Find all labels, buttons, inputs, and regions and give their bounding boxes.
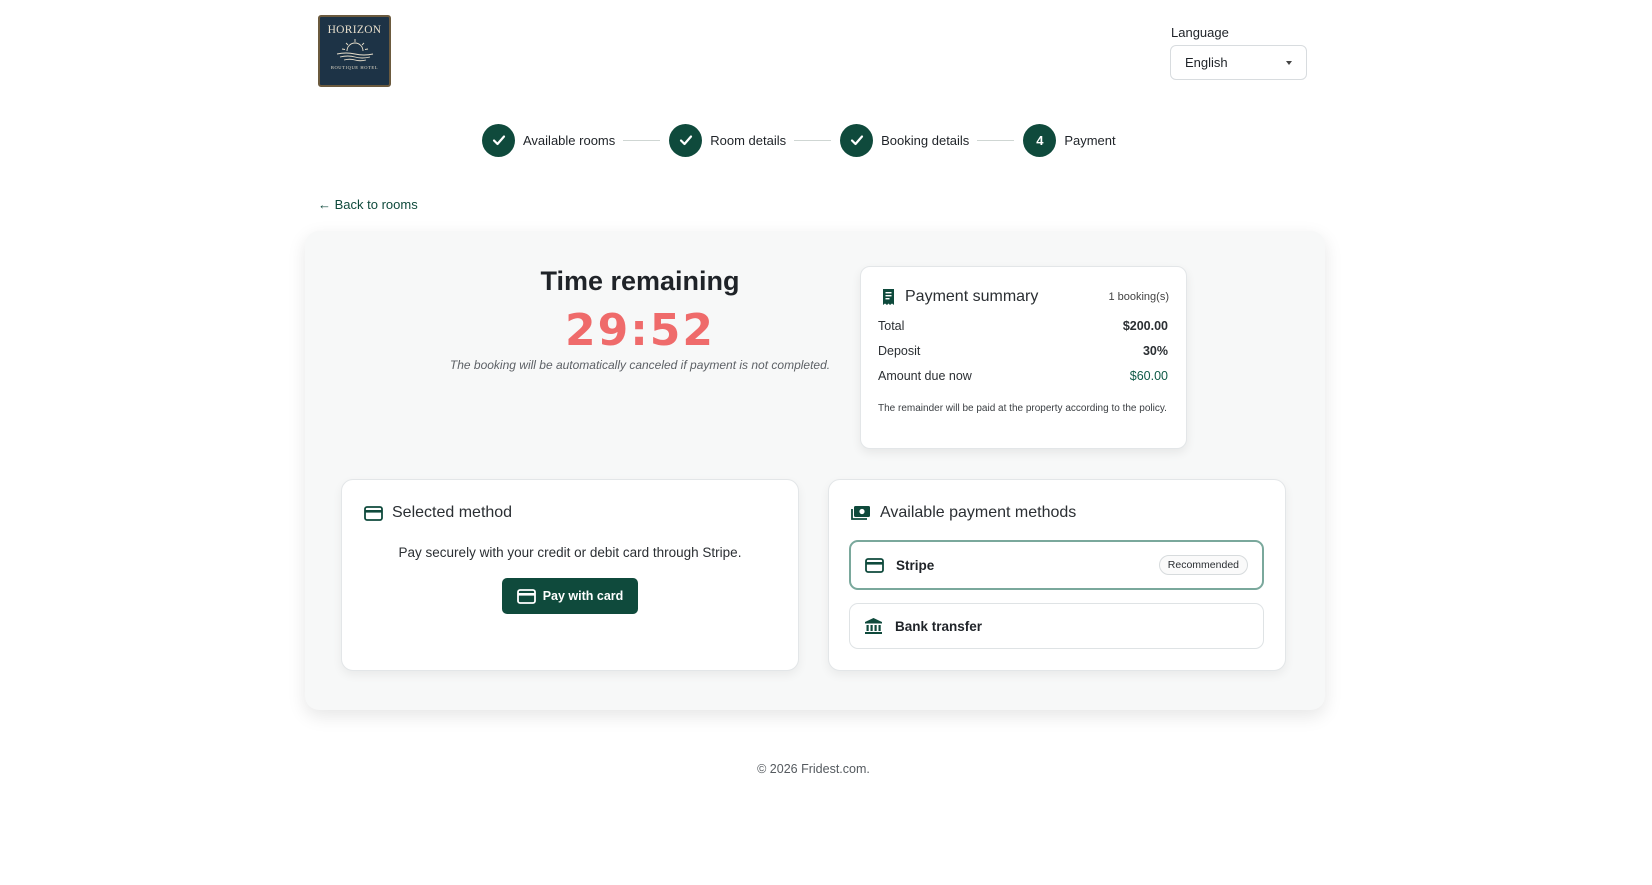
language-label: Language	[1171, 25, 1229, 40]
step-label: Payment	[1064, 132, 1116, 148]
receipt-icon	[883, 289, 894, 305]
step-booking-details[interactable]: Booking details	[840, 123, 970, 157]
logo-tagline: BOUTIQUE HOTEL	[330, 65, 379, 70]
payment-summary-title: Payment summary	[905, 288, 1039, 305]
step-connector	[623, 139, 661, 141]
booking-stepper: Available rooms Room details Booking det…	[482, 123, 1116, 157]
step-label: Room details	[710, 132, 787, 148]
check-icon	[482, 123, 515, 157]
logo-brand: HORIZON	[327, 24, 382, 36]
step-payment: 4 Payment	[1023, 123, 1116, 157]
pay-with-card-button[interactable]: Pay with card	[502, 578, 638, 614]
selected-method-title: Selected method	[392, 504, 513, 521]
timer-title: Time remaining	[540, 266, 740, 296]
available-methods-title: Available payment methods	[880, 504, 1077, 521]
check-icon	[669, 123, 703, 157]
method-stripe[interactable]: Stripe Recommended	[849, 540, 1264, 590]
summary-note: The remainder will be paid at the proper…	[878, 403, 1167, 414]
back-to-rooms-link[interactable]: ← Back to rooms	[318, 197, 418, 212]
check-icon	[840, 123, 874, 157]
summary-label: Deposit	[878, 344, 921, 358]
language-select[interactable]: English	[1170, 45, 1307, 80]
timer-note: The booking will be automatically cancel…	[449, 358, 831, 372]
cash-icon	[851, 506, 870, 520]
payment-summary-header: Payment summary	[880, 288, 1038, 306]
method-bank-transfer[interactable]: Bank transfer	[849, 603, 1264, 649]
credit-card-icon	[364, 505, 383, 521]
credit-card-icon	[516, 588, 536, 604]
step-available-rooms[interactable]: Available rooms	[482, 123, 616, 157]
countdown-timer: 29:52	[564, 305, 716, 356]
step-number: 4	[1023, 123, 1057, 157]
selected-method-description: Pay securely with your credit or debit c…	[398, 545, 742, 560]
sun-waves-icon	[336, 39, 373, 62]
summary-value: $200.00	[1122, 319, 1168, 333]
bank-icon	[865, 618, 882, 634]
pay-button-label: Pay with card	[542, 589, 624, 603]
summary-label: Total	[878, 319, 905, 333]
step-room-details[interactable]: Room details	[669, 123, 787, 157]
method-label: Bank transfer	[895, 618, 983, 634]
step-connector	[794, 139, 832, 141]
language-selected-value: English	[1185, 55, 1228, 70]
summary-row-amount-due: Amount due now $60.00	[878, 369, 1168, 383]
selected-method-header: Selected method	[364, 504, 512, 522]
available-methods-header: Available payment methods	[851, 504, 1076, 522]
summary-value: $60.00	[1129, 369, 1168, 383]
chevron-down-icon	[1286, 60, 1292, 65]
step-label: Available rooms	[523, 132, 616, 148]
summary-value: 30%	[1142, 344, 1168, 358]
recommended-badge: Recommended	[1158, 555, 1248, 575]
hotel-logo[interactable]: HORIZON BOUTIQUE HOTEL	[318, 15, 391, 87]
step-connector	[977, 139, 1015, 141]
credit-card-icon	[865, 557, 884, 573]
summary-row-deposit: Deposit 30%	[878, 344, 1168, 358]
footer-copyright: © 2026 Fridest.com.	[757, 762, 870, 776]
summary-label: Amount due now	[878, 369, 972, 383]
booking-count: 1 booking(s)	[1108, 291, 1169, 303]
method-label: Stripe	[896, 557, 935, 573]
summary-row-total: Total $200.00	[878, 319, 1168, 333]
step-label: Booking details	[881, 132, 970, 148]
